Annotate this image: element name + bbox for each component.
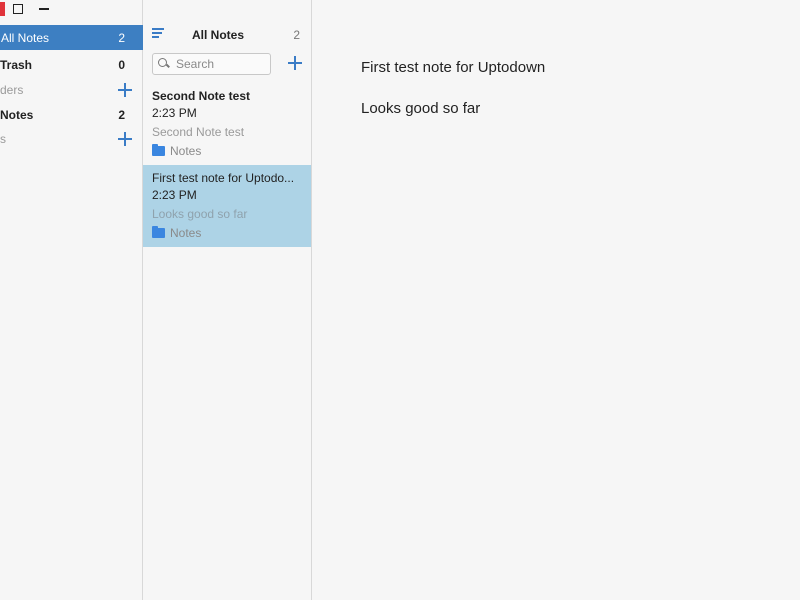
sidebar-item-label: All Notes (1, 30, 50, 45)
note-list-count: 2 (293, 28, 300, 42)
note-title: First test note for Uptodo... (152, 171, 295, 185)
note-folder: Notes (152, 226, 302, 240)
close-window-button[interactable] (0, 2, 5, 16)
editor-line[interactable]: Looks good so far (361, 100, 480, 117)
add-tag-plus-icon[interactable] (118, 131, 132, 146)
note-list-header: All Notes 2 (143, 24, 312, 46)
search-icon (158, 58, 170, 70)
note-editor[interactable]: First test note for Uptodown Looks good … (313, 0, 800, 600)
sidebar-item-count: 2 (118, 30, 125, 45)
sidebar-item-count: 2 (118, 107, 125, 122)
sidebar-section-tags: s (0, 126, 143, 151)
note-time: 2:23 PM (152, 188, 197, 202)
sidebar: All Notes 2 Trash 0 ders Notes 2 s (0, 0, 143, 600)
sidebar-item-label: Notes (0, 107, 34, 122)
folder-icon (152, 144, 165, 156)
note-list-item-selected[interactable]: First test note for Uptodo... 2:23 PM Lo… (143, 165, 311, 247)
note-time: 2:23 PM (152, 106, 197, 120)
sidebar-section-label: ders (0, 82, 24, 97)
add-note-plus-icon[interactable] (288, 56, 302, 70)
sidebar-item-all-notes[interactable]: All Notes 2 (0, 25, 143, 50)
sidebar-item-trash[interactable]: Trash 0 (0, 52, 143, 77)
sidebar-item-notes-folder[interactable]: Notes 2 (0, 102, 143, 127)
maximize-window-button[interactable] (13, 4, 23, 14)
note-preview: Looks good so far (152, 207, 248, 221)
search-input[interactable] (176, 57, 266, 71)
note-folder: Notes (152, 144, 302, 158)
note-list-title: All Notes (191, 28, 244, 42)
app-window: All Notes 2 Trash 0 ders Notes 2 s All N… (0, 0, 800, 600)
note-list-pane: All Notes 2 Second Note test 2:23 PM Sec… (143, 0, 312, 600)
note-list-item[interactable]: Second Note test 2:23 PM Second Note tes… (143, 83, 311, 165)
search-box[interactable] (152, 53, 271, 75)
sidebar-item-count: 0 (118, 57, 125, 72)
note-folder-label: Notes (170, 226, 202, 240)
minimize-window-button[interactable] (39, 8, 49, 10)
folder-icon (152, 226, 165, 238)
window-controls (0, 0, 143, 18)
sidebar-section-label: s (0, 131, 6, 146)
sidebar-item-label: Trash (0, 57, 33, 72)
note-folder-label: Notes (170, 144, 202, 158)
editor-line[interactable]: First test note for Uptodown (361, 59, 545, 76)
add-folder-plus-icon[interactable] (118, 82, 132, 97)
note-title: Second Note test (152, 89, 251, 103)
note-preview: Second Note test (152, 125, 245, 139)
sidebar-section-folders: ders (0, 77, 143, 102)
